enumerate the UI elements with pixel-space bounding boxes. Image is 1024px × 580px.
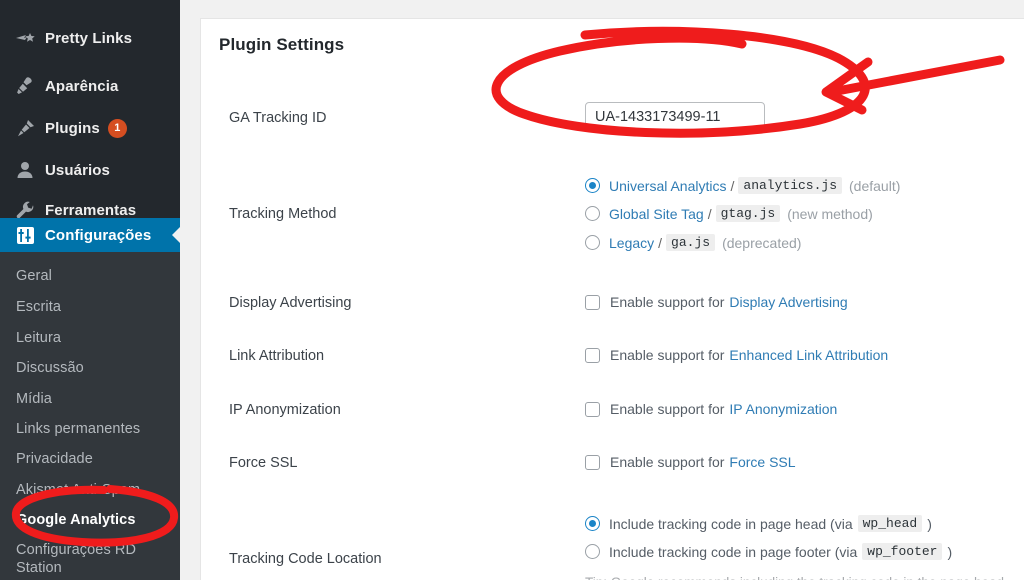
checkbox-prefix: Enable support for <box>610 347 725 363</box>
option-text: Include tracking code in page footer (vi… <box>609 543 858 560</box>
sidebar-subitem-rd-station[interactable]: Configurações RD Station <box>0 541 150 577</box>
sidebar-item-label: Usuários <box>45 161 110 179</box>
option-separator: / <box>658 234 663 251</box>
sidebar-item-configuracoes[interactable]: Configurações <box>0 218 181 252</box>
option-separator: / <box>707 205 712 222</box>
checkbox-force-ssl[interactable] <box>585 454 600 470</box>
option-name: Global Site Tag <box>609 205 704 222</box>
settings-sliders-icon <box>13 225 37 245</box>
tracking-method-option-legacy[interactable]: Legacy / ga.js (deprecated) <box>585 234 801 251</box>
checkbox-prefix: Enable support for <box>610 294 725 310</box>
checkbox-ip-anonymization[interactable] <box>585 401 600 417</box>
option-note: (default) <box>849 177 901 194</box>
sidebar-item-label: Pretty Links <box>45 29 133 47</box>
tracking-code-location-label: Tracking Code Location <box>229 551 382 567</box>
sidebar-item-aparencia[interactable]: Aparência <box>0 68 180 104</box>
tracking-method-option-gtag[interactable]: Global Site Tag / gtag.js (new method) <box>585 205 873 222</box>
tracking-location-tip: Tip: Google recommends including the tra… <box>585 575 1008 580</box>
plugins-plug-icon <box>13 118 37 138</box>
current-item-pointer <box>172 226 181 244</box>
checkbox-link[interactable]: Enhanced Link Attribution <box>729 347 888 363</box>
users-person-icon <box>13 160 37 180</box>
display-advertising-checkbox-row[interactable]: Enable support for Display Advertising <box>585 294 848 310</box>
sidebar-item-plugins[interactable]: Plugins 1 <box>0 110 180 146</box>
tracking-location-option-footer[interactable]: Include tracking code in page footer (vi… <box>585 543 952 560</box>
sidebar-item-label: Plugins <box>45 119 100 137</box>
link-attribution-checkbox-row[interactable]: Enable support for Enhanced Link Attribu… <box>585 347 888 363</box>
option-text: Include tracking code in page head (via <box>609 515 853 532</box>
checkbox-prefix: Enable support for <box>610 454 725 470</box>
sidebar-subitem-akismet[interactable]: Akismet Anti-Spam <box>0 481 180 499</box>
sidebar-subitem-geral[interactable]: Geral <box>0 267 180 285</box>
pretty-links-icon <box>13 28 37 48</box>
tools-wrench-icon <box>13 200 37 220</box>
option-code: wp_head <box>857 515 923 532</box>
sidebar-subitem-links-permanentes[interactable]: Links permanentes <box>0 420 180 438</box>
sidebar-item-label: Configurações <box>45 226 152 244</box>
ga-tracking-id-input[interactable] <box>585 102 765 132</box>
tracking-method-label: Tracking Method <box>229 206 337 222</box>
sidebar-item-label: Ferramentas <box>45 201 137 219</box>
admin-sidebar: Pretty Links Aparência Plugins 1 Usuário… <box>0 0 181 580</box>
checkbox-prefix: Enable support for <box>610 401 725 417</box>
wordpress-admin-screen: Pretty Links Aparência Plugins 1 Usuário… <box>0 0 1024 580</box>
sidebar-subitem-leitura[interactable]: Leitura <box>0 329 180 347</box>
plugin-settings-panel: Plugin Settings GA Tracking ID Tracking … <box>200 18 1024 580</box>
option-close-paren: ) <box>927 515 932 532</box>
option-note: (deprecated) <box>722 234 802 251</box>
display-advertising-label: Display Advertising <box>229 295 352 311</box>
checkbox-link[interactable]: IP Anonymization <box>729 401 837 417</box>
sidebar-subitem-discussao[interactable]: Discussão <box>0 359 180 377</box>
checkbox-display-advertising[interactable] <box>585 294 600 310</box>
radio-universal-analytics[interactable] <box>585 178 600 193</box>
sidebar-item-label: Aparência <box>45 77 119 95</box>
option-code: analytics.js <box>738 177 843 194</box>
radio-page-footer[interactable] <box>585 544 600 559</box>
ip-anonymization-checkbox-row[interactable]: Enable support for IP Anonymization <box>585 401 837 417</box>
option-name: Universal Analytics <box>609 177 727 194</box>
option-code: wp_footer <box>862 543 943 560</box>
sidebar-item-pretty-links[interactable]: Pretty Links <box>0 20 180 56</box>
option-name: Legacy <box>609 234 655 251</box>
plugins-update-badge: 1 <box>107 118 127 138</box>
radio-global-site-tag[interactable] <box>585 206 600 221</box>
appearance-brush-icon <box>13 76 37 96</box>
sidebar-subitem-escrita[interactable]: Escrita <box>0 298 180 316</box>
link-attribution-label: Link Attribution <box>229 348 325 364</box>
ip-anonymization-label: IP Anonymization <box>229 402 341 418</box>
sidebar-subitem-google-analytics[interactable]: Google Analytics <box>0 511 180 529</box>
option-close-paren: ) <box>947 543 953 560</box>
tracking-method-option-universal[interactable]: Universal Analytics / analytics.js (defa… <box>585 177 900 194</box>
option-note: (new method) <box>787 205 873 222</box>
radio-legacy[interactable] <box>585 235 600 250</box>
checkbox-link[interactable]: Force SSL <box>729 454 795 470</box>
sidebar-subitem-midia[interactable]: Mídia <box>0 390 180 408</box>
tracking-location-option-head[interactable]: Include tracking code in page head (via … <box>585 515 932 532</box>
force-ssl-checkbox-row[interactable]: Enable support for Force SSL <box>585 454 796 470</box>
ga-tracking-id-label: GA Tracking ID <box>229 110 327 126</box>
page-title: Plugin Settings <box>219 35 345 54</box>
force-ssl-label: Force SSL <box>229 455 298 471</box>
sidebar-item-usuarios[interactable]: Usuários <box>0 152 180 188</box>
option-code: ga.js <box>666 234 716 251</box>
checkbox-link-attribution[interactable] <box>585 347 600 363</box>
sidebar-subitem-privacidade[interactable]: Privacidade <box>0 450 180 468</box>
option-code: gtag.js <box>715 205 781 222</box>
radio-page-head[interactable] <box>585 516 600 531</box>
checkbox-link[interactable]: Display Advertising <box>729 294 847 310</box>
option-separator: / <box>730 177 735 194</box>
